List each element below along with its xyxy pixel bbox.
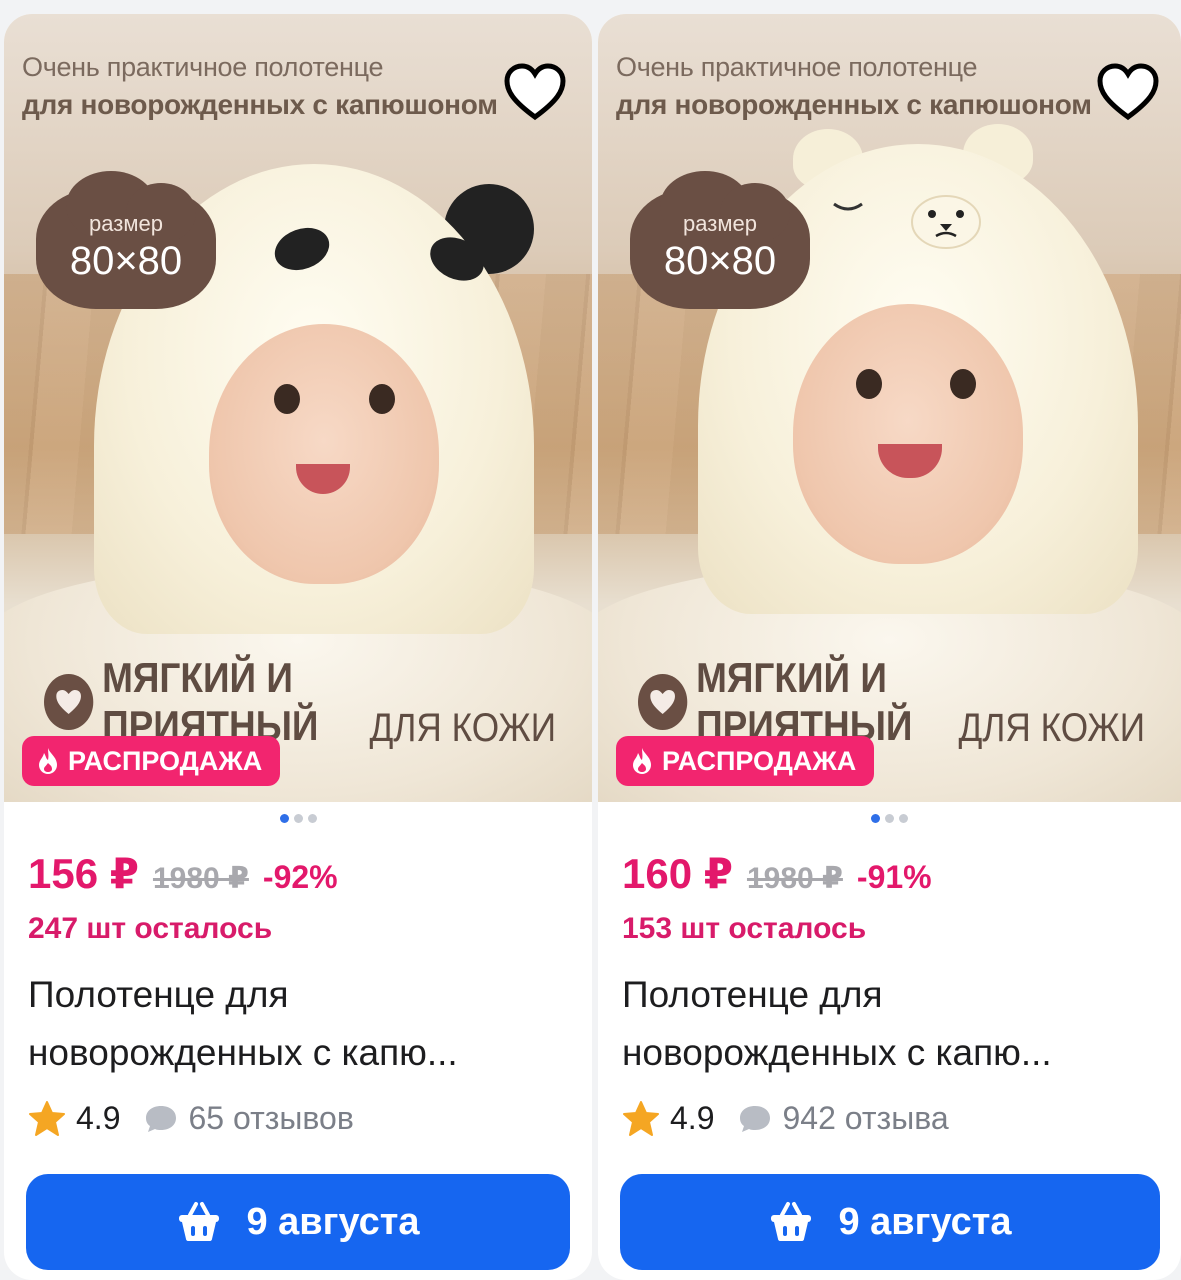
stock-remaining: 153 шт осталось bbox=[622, 912, 867, 945]
size-value: 80×80 bbox=[69, 239, 183, 283]
current-price: 156 ₽ bbox=[28, 850, 139, 897]
favorite-button[interactable] bbox=[499, 56, 571, 128]
baby-face bbox=[793, 304, 1023, 564]
flame-icon bbox=[633, 748, 651, 774]
size-badge: размер 80×80 bbox=[630, 171, 810, 309]
feature-subtitle: ДЛЯ КОЖИ bbox=[958, 706, 1145, 750]
favorite-button[interactable] bbox=[1092, 56, 1164, 128]
chat-bubble-icon bbox=[740, 1105, 771, 1132]
discount-badge: -92% bbox=[262, 859, 338, 895]
price-row: 156 ₽ 1980 ₽ -92% bbox=[28, 849, 338, 898]
price-row: 160 ₽ 1980 ₽ -91% bbox=[622, 849, 932, 898]
baby-eye bbox=[950, 369, 976, 399]
product-title[interactable]: Полотенце для новорожденных с капю... bbox=[28, 966, 568, 1082]
star-icon bbox=[623, 1100, 659, 1136]
banner-text: Очень практичное полотенце для новорожде… bbox=[22, 48, 582, 124]
current-price: 160 ₽ bbox=[622, 850, 733, 897]
product-card[interactable]: Очень практичное полотенце для новорожде… bbox=[4, 14, 592, 1280]
feature-subtitle: ДЛЯ КОЖИ bbox=[369, 706, 556, 750]
carousel-dot[interactable] bbox=[293, 814, 303, 823]
sale-badge: РАСПРОДАЖА bbox=[22, 736, 281, 786]
baby-eye bbox=[856, 369, 882, 399]
reviews-count: 65 отзывов bbox=[188, 1100, 354, 1136]
baby-face bbox=[209, 324, 439, 584]
stock-remaining: 247 шт осталось bbox=[28, 912, 273, 945]
carousel-dots[interactable] bbox=[598, 814, 1181, 823]
carousel-dot-active[interactable] bbox=[871, 814, 880, 823]
carousel-dot[interactable] bbox=[885, 814, 894, 823]
basket-icon bbox=[179, 1202, 220, 1241]
rating-row[interactable]: 4.9 65 отзывов bbox=[28, 1100, 354, 1137]
heart-outline-icon bbox=[504, 63, 566, 121]
rating-value: 4.9 bbox=[76, 1100, 121, 1136]
heart-icon bbox=[638, 674, 688, 730]
carousel-dot[interactable] bbox=[307, 814, 317, 823]
banner-line-2: для новорожденных с капюшоном bbox=[22, 89, 498, 120]
bear-face-embroidery bbox=[833, 195, 981, 249]
carousel-dot[interactable] bbox=[899, 814, 908, 823]
size-label: размер bbox=[89, 211, 163, 236]
baby-eye bbox=[274, 384, 300, 414]
chat-bubble-icon bbox=[146, 1105, 177, 1132]
flame-icon bbox=[39, 748, 57, 774]
sale-label: РАСПРОДАЖА bbox=[68, 745, 263, 776]
sale-badge: РАСПРОДАЖА bbox=[616, 736, 875, 786]
star-icon bbox=[29, 1100, 65, 1136]
heart-icon bbox=[44, 674, 94, 730]
old-price: 1980 ₽ bbox=[746, 862, 843, 895]
rating-value: 4.9 bbox=[670, 1100, 715, 1136]
delivery-date-button[interactable]: 9 августа bbox=[620, 1174, 1160, 1270]
reviews-count: 942 отзыва bbox=[782, 1100, 949, 1136]
discount-badge: -91% bbox=[856, 859, 932, 895]
basket-icon bbox=[771, 1202, 812, 1241]
product-card[interactable]: Очень практичное полотенце для новорожде… bbox=[598, 14, 1181, 1280]
product-image[interactable]: Очень практичное полотенце для новорожде… bbox=[4, 14, 592, 802]
size-label: размер bbox=[683, 211, 757, 236]
heart-outline-icon bbox=[1097, 63, 1159, 121]
baby-eye bbox=[369, 384, 395, 414]
size-badge: размер 80×80 bbox=[36, 171, 216, 309]
old-price: 1980 ₽ bbox=[152, 862, 249, 895]
size-value: 80×80 bbox=[663, 239, 777, 283]
delivery-date: 9 августа bbox=[246, 1200, 420, 1243]
carousel-dots[interactable] bbox=[4, 814, 592, 823]
banner-line-1: Очень практичное полотенце bbox=[22, 52, 384, 82]
delivery-date: 9 августа bbox=[838, 1200, 1012, 1243]
rating-row[interactable]: 4.9 942 отзыва bbox=[622, 1100, 949, 1137]
carousel-dot-active[interactable] bbox=[279, 814, 289, 823]
delivery-date-button[interactable]: 9 августа bbox=[26, 1174, 570, 1270]
sale-label: РАСПРОДАЖА bbox=[662, 745, 857, 776]
product-title[interactable]: Полотенце для новорожденных с капю... bbox=[622, 966, 1162, 1082]
product-image[interactable]: Очень практичное полотенце для новорожде… bbox=[598, 14, 1181, 802]
